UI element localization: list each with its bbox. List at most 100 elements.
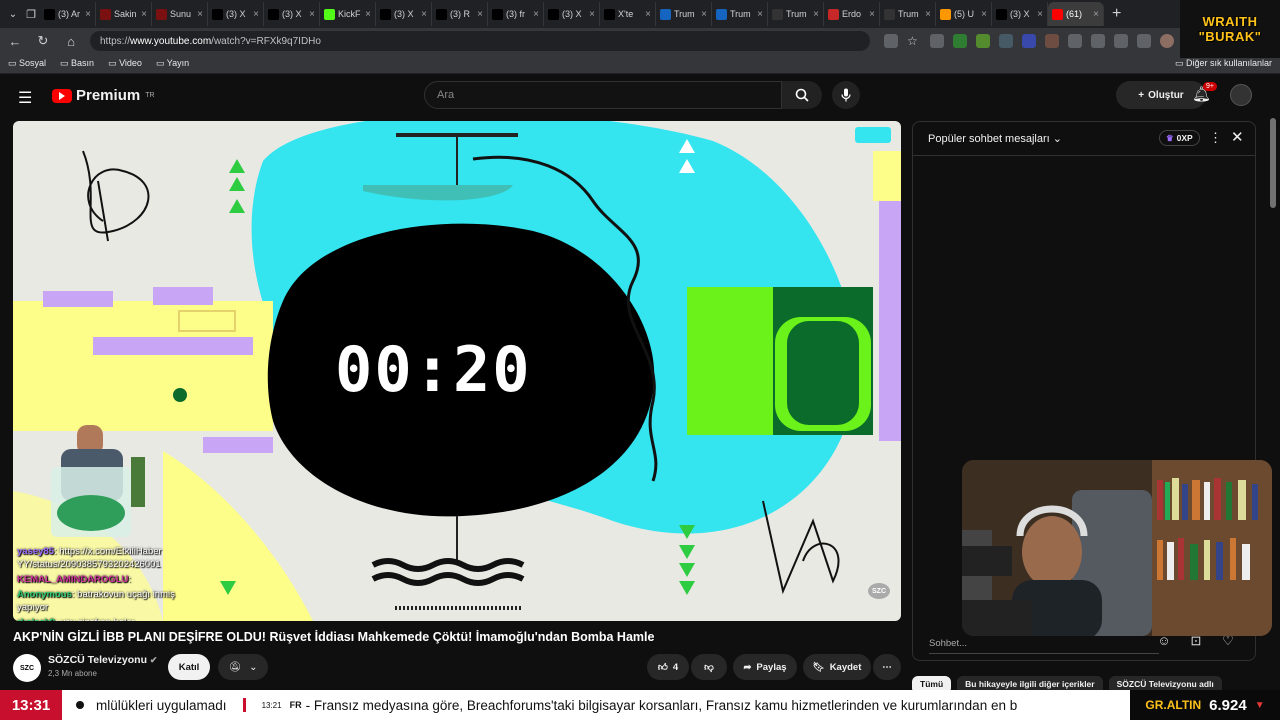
voice-search-button[interactable] (832, 81, 860, 109)
search-button[interactable] (782, 81, 822, 109)
bookmark-folder-video[interactable]: ▭ Video (108, 58, 142, 69)
new-tab-button[interactable]: + (1104, 5, 1129, 23)
more-actions-button[interactable]: ⋯ (873, 654, 901, 680)
browser-tab[interactable]: Trum × (712, 2, 768, 26)
video-player[interactable]: 00:20 yasey85: https://x.com/EtkiliHaber… (13, 121, 901, 621)
dislike-button[interactable]: 👎︎ (691, 654, 727, 680)
extension-icon[interactable] (930, 34, 944, 48)
chat-more-icon[interactable]: ⋮ (1209, 130, 1222, 146)
extension-icon[interactable] (953, 34, 967, 48)
video-title: AKP'NİN GİZLİ İBB PLANI DEŞİFRE OLDU! Rü… (13, 630, 655, 644)
xp-badge[interactable]: ♛ 0XP (1159, 130, 1200, 146)
browser-tab[interactable]: (3) R × (432, 2, 488, 26)
install-app-icon[interactable] (884, 34, 898, 48)
overlay-logo-line1: WRAITH (1202, 14, 1258, 29)
like-button[interactable]: 👍︎ 4 (647, 654, 689, 680)
other-bookmarks[interactable]: ▭ Diğer sık kullanılanlar (1175, 58, 1272, 69)
browser-tab[interactable]: (3) Ar × (40, 2, 96, 26)
browser-tab[interactable]: (3) X × (208, 2, 264, 26)
close-icon[interactable]: ✕ (1231, 128, 1244, 146)
kick-icon (324, 8, 335, 20)
x-icon (492, 8, 503, 20)
close-tab-icon[interactable]: × (309, 9, 315, 20)
extensions-puzzle-icon[interactable] (1068, 34, 1082, 48)
close-tab-icon[interactable]: × (477, 9, 483, 20)
browser-tab[interactable]: Trum × (768, 2, 824, 26)
news-ticker: 13:31 mlülükleri uygulamadı 13:21 FR - F… (0, 690, 1280, 720)
gold-label: GR.ALTIN (1145, 698, 1202, 712)
close-tab-icon[interactable]: × (701, 9, 707, 20)
collections-icon[interactable] (1137, 34, 1151, 48)
close-tab-icon[interactable]: × (253, 9, 259, 20)
browser-tab[interactable]: (5) U × (936, 2, 992, 26)
channel-avatar[interactable]: SZC (13, 654, 41, 682)
browser-tab[interactable]: Sunu × (152, 2, 208, 26)
split-view-icon[interactable] (1091, 34, 1105, 48)
subscribed-notifications-button[interactable]: 🔕︎ ⌄ (218, 654, 268, 680)
close-tab-icon[interactable]: × (365, 9, 371, 20)
close-tab-icon[interactable]: × (869, 9, 875, 20)
close-tab-icon[interactable]: × (645, 9, 651, 20)
youtube-premium-logo[interactable]: Premium TR (52, 87, 155, 104)
bookmark-folder-yayin[interactable]: ▭ Yayın (156, 58, 189, 69)
browser-tab[interactable]: Trum × (880, 2, 936, 26)
back-icon[interactable]: ← (6, 34, 24, 49)
workspaces-icon[interactable]: ❐ (22, 8, 40, 21)
bookmark-folder-sosyal[interactable]: ▭ Sosyal (8, 58, 46, 69)
channel-name[interactable]: SÖZCÜ Televizyonu ✔ (48, 654, 157, 666)
browser-tab[interactable]: (61) × (1048, 2, 1104, 26)
tm-icon (100, 8, 111, 20)
browser-tab[interactable]: X'te × (600, 2, 656, 26)
overlay-chat: yasey85: https://x.com/EtkiliHaber YY/st… (17, 545, 207, 621)
save-button[interactable]: 🔖︎ Kaydet (803, 654, 871, 680)
join-button[interactable]: Katıl (168, 654, 210, 680)
close-tab-icon[interactable]: × (981, 9, 987, 20)
extension-icon[interactable] (976, 34, 990, 48)
browser-tab[interactable]: (3) fr × (488, 2, 544, 26)
close-tab-icon[interactable]: × (1093, 9, 1099, 20)
browser-tab-strip: ⌄ ❐ (3) Ar × Sakin × Sunu × (3) X × (3) X × KickF ×… (0, 0, 1280, 28)
screen: ⌄ ❐ (3) Ar × Sakin × Sunu × (3) X × (3) X × KickF ×… (0, 0, 1280, 720)
overlay-chat-separator: : (128, 574, 131, 585)
favorites-icon[interactable] (1114, 34, 1128, 48)
reload-icon[interactable]: ↻ (34, 33, 52, 49)
close-tab-icon[interactable]: × (533, 9, 539, 20)
xp-value: 0XP (1176, 133, 1193, 143)
close-tab-icon[interactable]: × (925, 9, 931, 20)
like-count: 4 (672, 661, 679, 673)
browser-tab[interactable]: Trum × (656, 2, 712, 26)
bookmark-folder-basin[interactable]: ▭ Basın (60, 58, 94, 69)
share-button[interactable]: ➦ Paylaş (733, 654, 797, 680)
chat-mode-dropdown[interactable]: Popüler sohbet mesajları ⌄ (928, 132, 1062, 145)
tab-label: (3) X (562, 9, 582, 19)
browser-tab[interactable]: (3) X × (992, 2, 1048, 26)
browser-tab[interactable]: KickF × (320, 2, 376, 26)
browser-tab[interactable]: (3) X × (264, 2, 320, 26)
browser-tab[interactable]: (3) X × (376, 2, 432, 26)
close-tab-icon[interactable]: × (421, 9, 427, 20)
ticker-time: 13:21 (261, 700, 282, 710)
bookmark-star-icon[interactable]: ☆ (907, 34, 921, 48)
save-label: Kaydet (829, 661, 862, 673)
close-tab-icon[interactable]: × (141, 9, 147, 20)
browser-tab[interactable]: Sakin × (96, 2, 152, 26)
close-tab-icon[interactable]: × (197, 9, 203, 20)
extension-icon[interactable] (1045, 34, 1059, 48)
browser-tab[interactable]: (3) X × (544, 2, 600, 26)
search-input[interactable]: Ara (424, 81, 782, 109)
menu-icon[interactable]: ☰ (18, 88, 32, 108)
extension-icon[interactable] (1022, 34, 1036, 48)
profile-icon[interactable] (1160, 34, 1174, 48)
tab-search-icon[interactable]: ⌄ (4, 9, 22, 20)
browser-tab[interactable]: Erdo × (824, 2, 880, 26)
account-avatar[interactable] (1230, 84, 1252, 106)
close-tab-icon[interactable]: × (85, 9, 91, 20)
extension-icon[interactable] (999, 34, 1013, 48)
home-icon[interactable]: ⌂ (62, 34, 80, 49)
close-tab-icon[interactable]: × (1037, 9, 1043, 20)
close-tab-icon[interactable]: × (813, 9, 819, 20)
close-tab-icon[interactable]: × (757, 9, 763, 20)
url-field[interactable]: https://www.youtube.com/watch?v=RFXk9q7I… (90, 31, 870, 51)
page-scrollbar[interactable] (1270, 118, 1276, 208)
close-tab-icon[interactable]: × (589, 9, 595, 20)
